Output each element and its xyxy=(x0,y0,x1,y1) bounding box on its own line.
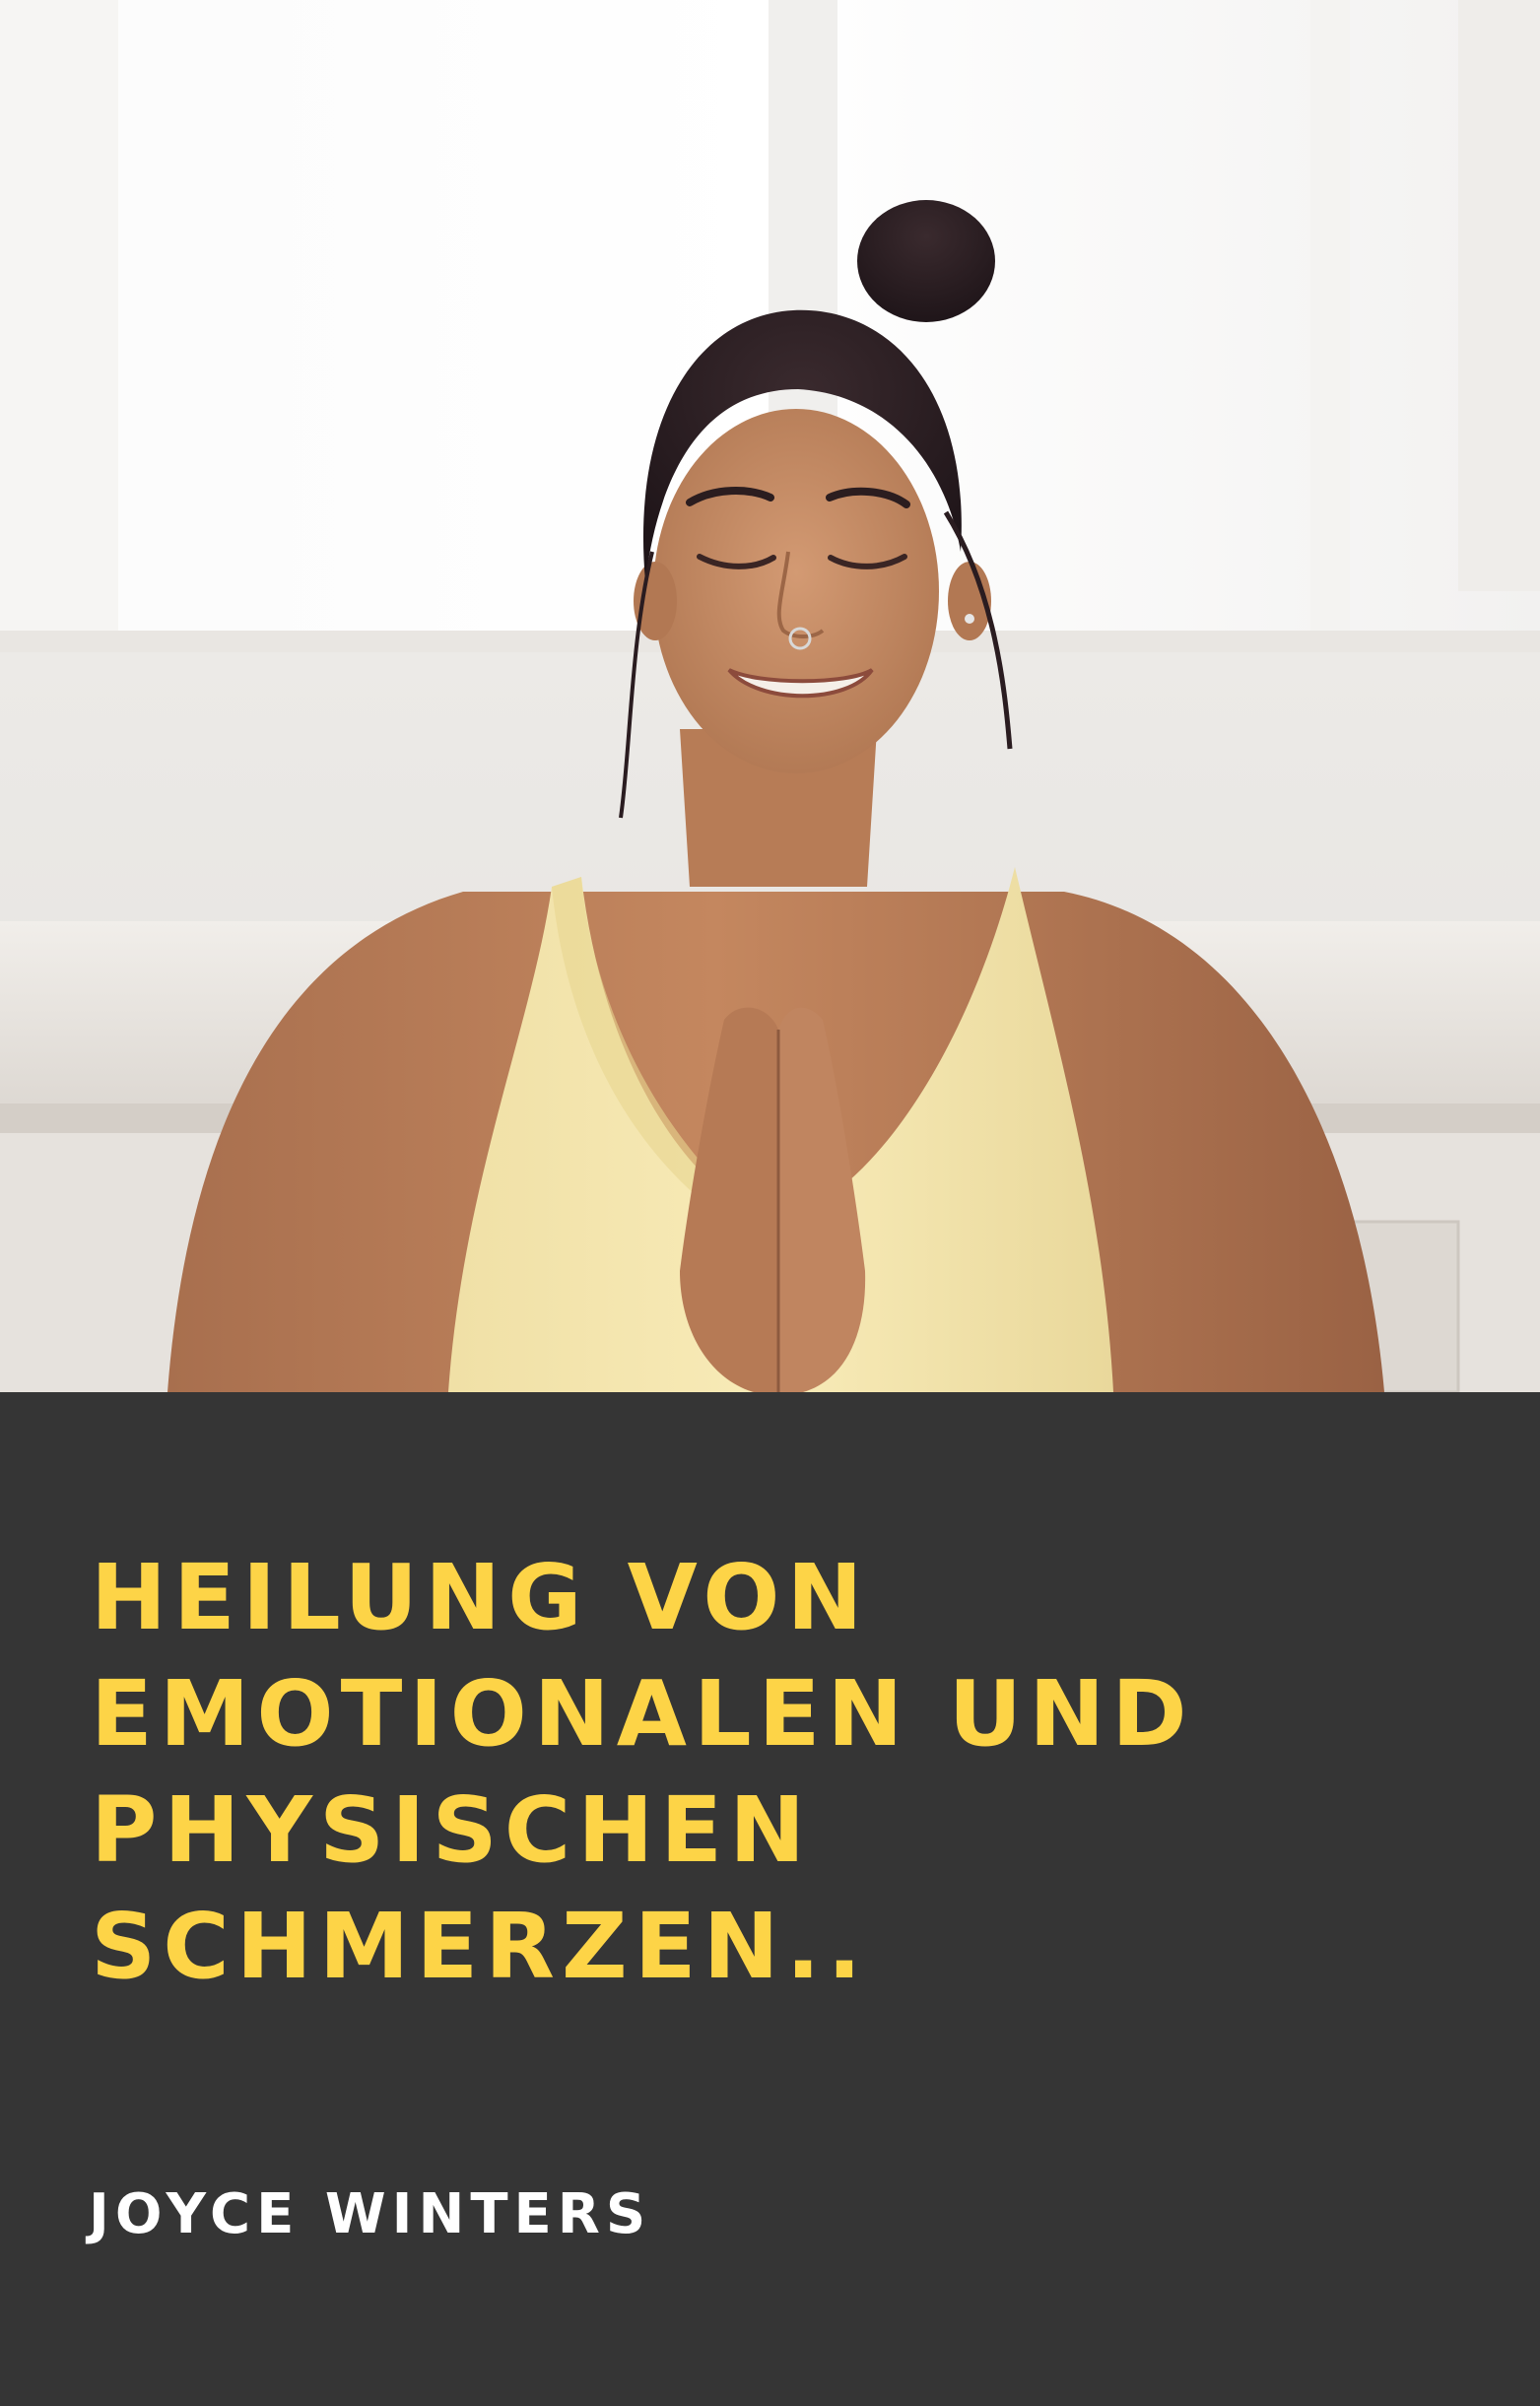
title-panel: HEILUNG VON EMOTIONALEN UND PHYSISCHEN S… xyxy=(0,1392,1540,2406)
cover-photo-woman-meditating xyxy=(0,0,1540,1392)
book-title-line: SCHMERZEN.. xyxy=(91,1894,869,1999)
book-title-line: HEILUNG VON xyxy=(91,1545,870,1650)
book-title-line: PHYSISCHEN xyxy=(91,1777,813,1883)
book-cover: HEILUNG VON EMOTIONALEN UND PHYSISCHEN S… xyxy=(0,0,1540,2406)
book-title-line: EMOTIONALEN UND xyxy=(91,1661,1194,1767)
meditation-illustration xyxy=(0,0,1540,1392)
book-title: HEILUNG VON EMOTIONALEN UND PHYSISCHEN S… xyxy=(91,1540,1470,2005)
author-name: JOYCE WINTERS xyxy=(89,2182,652,2246)
